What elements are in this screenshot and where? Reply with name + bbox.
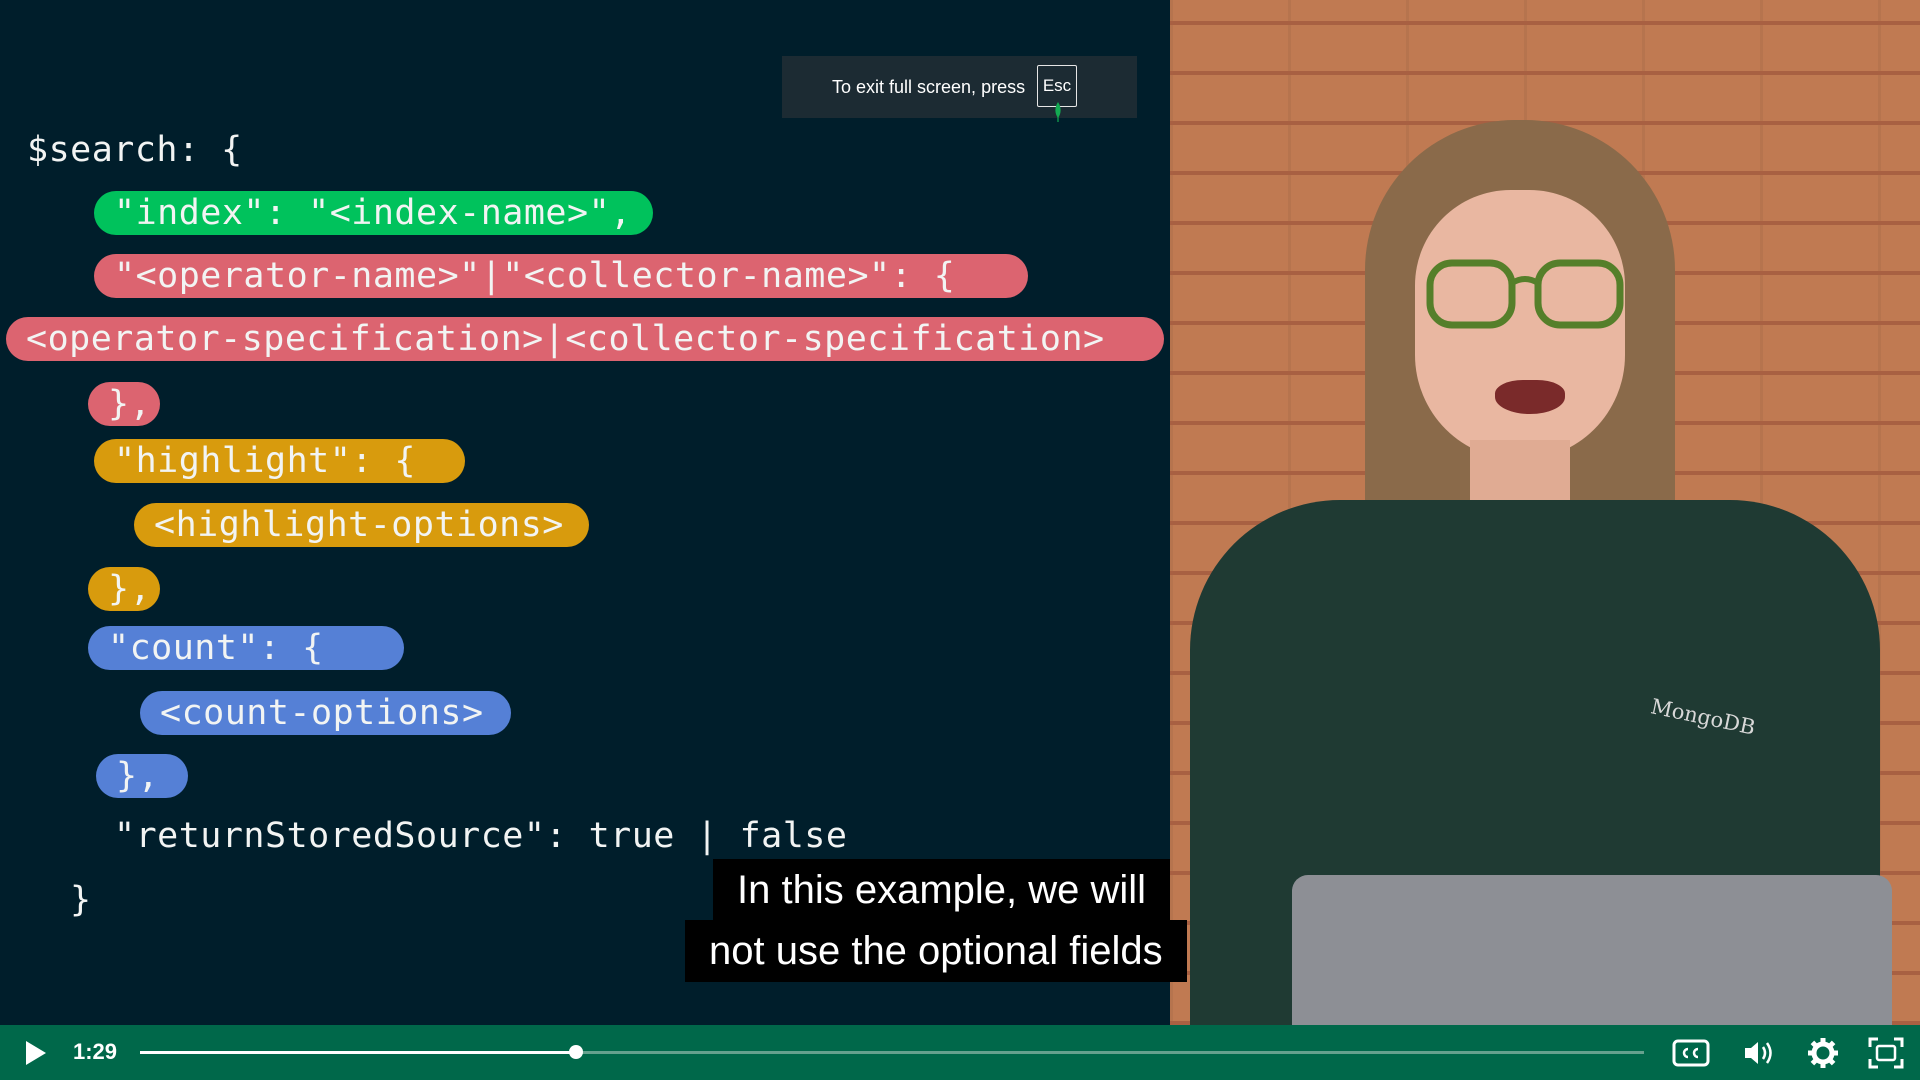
progress-bar[interactable] xyxy=(140,1045,1644,1059)
code-line-index: "index": "<index-name>", xyxy=(94,191,653,235)
fullscreen-exit-text: To exit full screen, press xyxy=(832,77,1026,97)
presenter-video: MongoDB xyxy=(1170,0,1920,1025)
esc-key-label: Esc xyxy=(1037,65,1077,107)
progress-handle[interactable] xyxy=(569,1045,584,1059)
glasses-icon xyxy=(1426,259,1624,329)
code-line-close: } xyxy=(70,880,92,920)
code-line-operator-specification: <operator-specification>|<collector-spec… xyxy=(6,317,1164,361)
current-time: 1:29 xyxy=(73,1039,118,1064)
code-line-operator-name: "<operator-name>"|"<collector-name>": { xyxy=(94,254,1028,298)
leaf-icon xyxy=(1055,102,1061,122)
video-frame[interactable]: $search: { "index": "<index-name>", "<op… xyxy=(0,0,1920,1080)
presenter-mouth xyxy=(1495,380,1565,414)
subtitle-line-1: In this example, we will xyxy=(713,859,1171,921)
fullscreen-icon[interactable] xyxy=(1866,1035,1906,1071)
fullscreen-exit-tooltip: To exit full screen, press Esc xyxy=(782,56,1137,122)
code-line-count-close: }, xyxy=(96,754,188,798)
settings-gear-icon[interactable] xyxy=(1803,1035,1843,1071)
code-line-return-stored-source: "returnStoredSource": true | false xyxy=(114,816,848,856)
code-line-operator-close: }, xyxy=(88,382,160,426)
code-line-highlight: "highlight": { xyxy=(94,439,465,483)
code-line-count: "count": { xyxy=(88,626,404,670)
code-line-highlight-options: <highlight-options> xyxy=(134,503,589,547)
laptop xyxy=(1292,875,1892,1025)
player-controls: 1:29 xyxy=(0,1025,1920,1080)
volume-icon[interactable] xyxy=(1739,1035,1779,1071)
progress-played xyxy=(140,1051,577,1054)
code-line-highlight-close: }, xyxy=(88,567,160,611)
play-icon[interactable] xyxy=(22,1039,48,1067)
closed-captions-icon[interactable] xyxy=(1671,1035,1711,1071)
code-line-search: $search: { xyxy=(27,130,243,170)
code-line-count-options: <count-options> xyxy=(140,691,511,735)
subtitle-line-2: not use the optional fields xyxy=(685,920,1187,982)
